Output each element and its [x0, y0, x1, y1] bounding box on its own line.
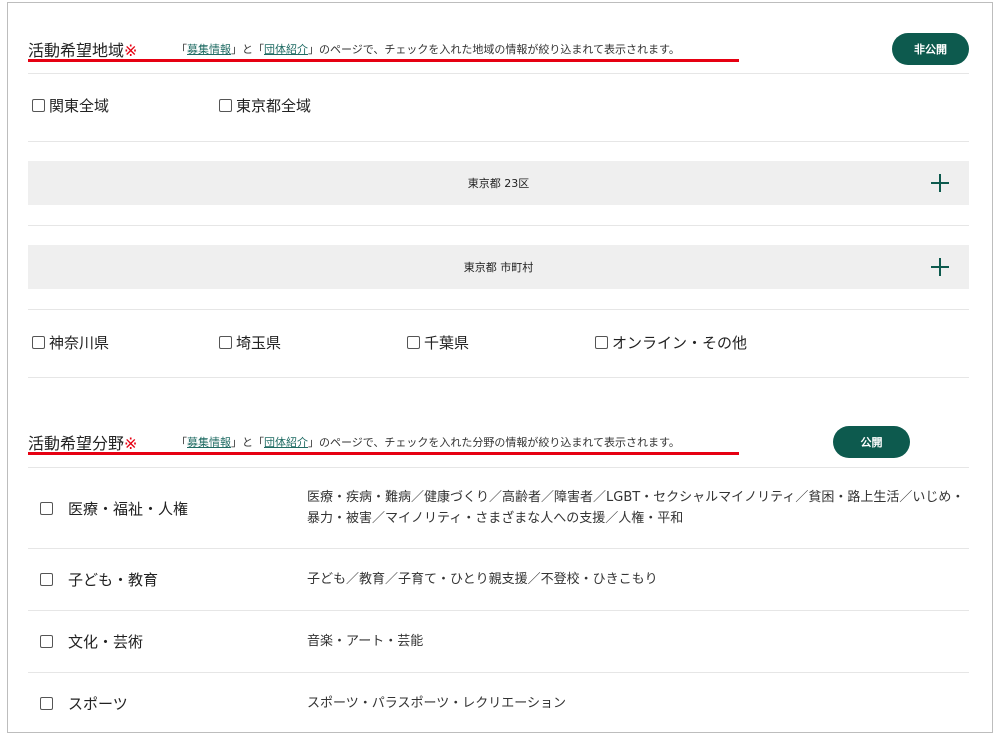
- divider: [28, 225, 969, 226]
- region-checkbox-row-2: 神奈川県 埼玉県 千葉県 オンライン・その他: [28, 332, 969, 356]
- region-title-underline: [28, 59, 739, 62]
- note-mid: 」と「: [231, 436, 264, 449]
- checkbox-square[interactable]: [32, 99, 45, 112]
- note-rest: 」のページで、チェックを入れた地域の情報が絞り込まれて表示されます。: [308, 43, 680, 56]
- note-mid: 」と「: [231, 43, 264, 56]
- field-section-header: 活動希望分野※ 「募集情報」と「団体紹介」のページで、チェックを入れた分野の情報…: [28, 426, 969, 466]
- field-row-description: 医療・疾病・難病／健康づくり／高齢者／障害者／LGBT・セクシャルマイノリティ／…: [307, 490, 965, 526]
- divider: [28, 309, 969, 310]
- field-row-description: 音楽・アート・芸能: [307, 634, 424, 649]
- checkbox-label: 東京都全域: [236, 97, 312, 115]
- checkbox-kanto-all[interactable]: 関東全域: [32, 95, 109, 116]
- organization-intro-link[interactable]: 団体紹介: [264, 43, 308, 56]
- checkbox-chiba[interactable]: 千葉県: [407, 332, 469, 353]
- accordion-tokyo-municipalities[interactable]: 東京都 市町村: [28, 245, 969, 289]
- checkbox-saitama[interactable]: 埼玉県: [219, 332, 281, 353]
- organization-intro-link[interactable]: 団体紹介: [264, 436, 308, 449]
- field-row-description: 子ども／教育／子育て・ひとり親支援／不登校・ひきこもり: [307, 572, 658, 587]
- field-visibility-toggle[interactable]: 公開: [833, 426, 910, 458]
- field-title-text: 活動希望分野: [28, 434, 125, 453]
- accordion-tokyo-23-wards[interactable]: 東京都 23区: [28, 161, 969, 205]
- checkbox-square[interactable]: [40, 635, 53, 648]
- checkbox-square[interactable]: [32, 336, 45, 349]
- region-visibility-toggle[interactable]: 非公開: [892, 33, 969, 65]
- checkbox-square[interactable]: [40, 573, 53, 586]
- accordion-label: 東京都 23区: [467, 177, 530, 190]
- checkbox-square[interactable]: [40, 697, 53, 710]
- field-row-name: 医療・福祉・人権: [68, 500, 189, 518]
- field-row-name: スポーツ: [68, 695, 128, 713]
- accordion-label: 東京都 市町村: [463, 261, 534, 274]
- checkbox-tokyo-all[interactable]: 東京都全域: [219, 95, 311, 116]
- divider: [28, 141, 969, 142]
- field-row-culture-arts[interactable]: 文化・芸術 音楽・アート・芸能: [28, 611, 969, 673]
- region-section-note: 「募集情報」と「団体紹介」のページで、チェックを入れた地域の情報が絞り込まれて表…: [176, 41, 680, 57]
- checkbox-online-other[interactable]: オンライン・その他: [595, 332, 747, 353]
- region-section-header: 活動希望地域※ 「募集情報」と「団体紹介」のページで、チェックを入れた地域の情報…: [28, 33, 969, 73]
- checkbox-label: 千葉県: [424, 334, 470, 352]
- checkbox-label: 関東全域: [49, 97, 110, 115]
- checkbox-square[interactable]: [40, 502, 53, 515]
- checkbox-square[interactable]: [407, 336, 420, 349]
- field-row-name: 子ども・教育: [68, 571, 159, 589]
- checkbox-label: 埼玉県: [236, 334, 282, 352]
- recruitment-info-link[interactable]: 募集情報: [187, 43, 231, 56]
- note-open: 「: [176, 43, 187, 56]
- field-section-note: 「募集情報」と「団体紹介」のページで、チェックを入れた分野の情報が絞り込まれて表…: [176, 434, 680, 450]
- checkbox-kanagawa[interactable]: 神奈川県: [32, 332, 109, 353]
- checkbox-square[interactable]: [595, 336, 608, 349]
- field-title-underline: [28, 452, 739, 455]
- required-mark: ※: [124, 41, 138, 60]
- note-rest: 」のページで、チェックを入れた分野の情報が絞り込まれて表示されます。: [308, 436, 680, 449]
- field-row-name: 文化・芸術: [68, 633, 144, 651]
- field-section-title: 活動希望分野※: [28, 430, 137, 454]
- field-row-description: スポーツ・パラスポーツ・レクリエーション: [307, 696, 566, 711]
- divider: [28, 73, 969, 74]
- region-title-text: 活動希望地域: [28, 41, 125, 60]
- recruitment-info-link[interactable]: 募集情報: [187, 436, 231, 449]
- region-checkbox-row-1: 関東全域 東京都全域: [28, 95, 969, 119]
- required-mark: ※: [124, 434, 138, 453]
- field-row-medical-welfare[interactable]: 医療・福祉・人権 医療・疾病・難病／健康づくり／高齢者／障害者／LGBT・セクシ…: [28, 468, 969, 548]
- checkbox-label: 神奈川県: [49, 334, 110, 352]
- checkbox-square[interactable]: [219, 336, 232, 349]
- checkbox-square[interactable]: [219, 99, 232, 112]
- field-row-sports[interactable]: スポーツ スポーツ・パラスポーツ・レクリエーション: [28, 673, 969, 732]
- note-open: 「: [176, 436, 187, 449]
- plus-icon[interactable]: [931, 174, 949, 192]
- form-panel: 活動希望地域※ 「募集情報」と「団体紹介」のページで、チェックを入れた地域の情報…: [7, 2, 993, 733]
- plus-icon[interactable]: [931, 258, 949, 276]
- region-section-title: 活動希望地域※: [28, 37, 137, 61]
- divider: [28, 377, 969, 378]
- checkbox-label: オンライン・その他: [612, 334, 748, 352]
- field-row-children-education[interactable]: 子ども・教育 子ども／教育／子育て・ひとり親支援／不登校・ひきこもり: [28, 549, 969, 611]
